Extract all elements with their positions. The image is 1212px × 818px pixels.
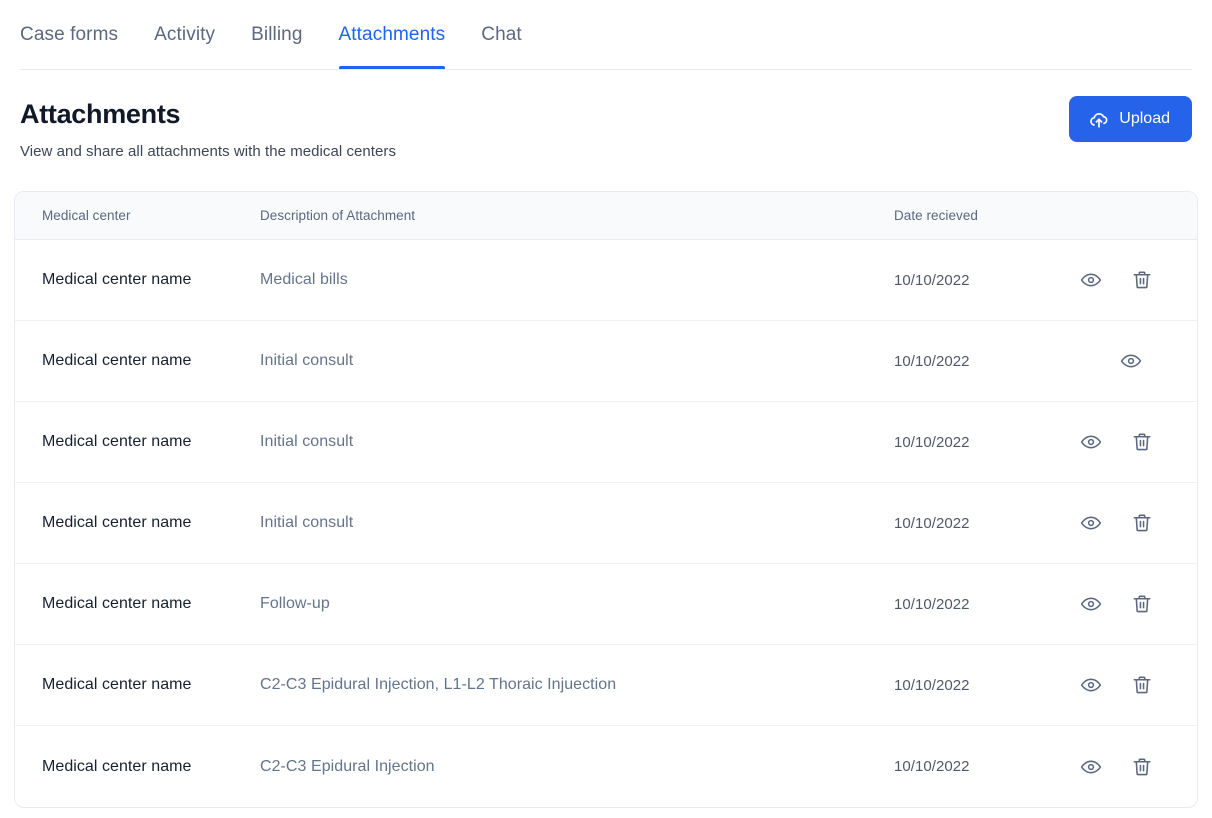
tab-attachments[interactable]: Attachments bbox=[321, 0, 464, 69]
tab-label: Activity bbox=[154, 23, 216, 45]
attachments-table: Medical center Description of Attachment… bbox=[14, 191, 1198, 809]
cell-date-recieved: 10/10/2022 bbox=[894, 271, 970, 289]
cell-date-recieved: 10/10/2022 bbox=[894, 595, 970, 613]
cell-description: Initial consult bbox=[260, 433, 354, 451]
trash-icon bbox=[1131, 431, 1153, 453]
cell-medical-center: Medical center name bbox=[42, 595, 192, 613]
cell-medical-center: Medical center name bbox=[42, 757, 192, 775]
cell-medical-center: Medical center name bbox=[42, 271, 192, 289]
cell-medical-center: Medical center name bbox=[42, 676, 192, 694]
tab-billing[interactable]: Billing bbox=[233, 0, 320, 69]
delete-button[interactable] bbox=[1130, 511, 1154, 535]
view-button[interactable] bbox=[1079, 511, 1103, 535]
cloud-upload-icon bbox=[1088, 108, 1110, 130]
tab-label: Attachments bbox=[338, 23, 446, 45]
cell-actions bbox=[1070, 430, 1197, 454]
trash-icon bbox=[1131, 269, 1153, 291]
delete-button[interactable] bbox=[1130, 755, 1154, 779]
trash-icon bbox=[1131, 674, 1153, 696]
delete-button[interactable] bbox=[1130, 268, 1154, 292]
table-header-row: Medical center Description of Attachment… bbox=[15, 192, 1197, 241]
cell-date-recieved: 10/10/2022 bbox=[894, 676, 970, 694]
view-button[interactable] bbox=[1079, 268, 1103, 292]
table-row: Medical center name Initial consult 10/10/… bbox=[15, 402, 1197, 484]
eye-icon bbox=[1080, 512, 1102, 534]
table-row: Medical center name Initial consult 10/10/… bbox=[15, 321, 1197, 403]
page-title: Attachments bbox=[20, 99, 181, 129]
cell-medical-center: Medical center name bbox=[42, 352, 192, 370]
cell-actions bbox=[1070, 673, 1197, 697]
cell-date-recieved: 10/10/2022 bbox=[894, 758, 970, 776]
cell-date-recieved: 10/10/2022 bbox=[894, 514, 970, 532]
cell-description: Initial consult bbox=[260, 514, 354, 532]
tab-label: Case forms bbox=[20, 23, 119, 45]
cell-description: C2-C3 Epidural Injection, L1-L2 Thoraic … bbox=[260, 676, 617, 694]
cell-date-recieved: 10/10/2022 bbox=[894, 352, 970, 370]
tab-bar: Case forms Activity Billing Attachments Chat bbox=[0, 0, 1212, 70]
delete-button[interactable] bbox=[1130, 430, 1154, 454]
eye-icon bbox=[1080, 431, 1102, 453]
cell-medical-center: Medical center name bbox=[42, 514, 192, 532]
eye-icon bbox=[1120, 350, 1142, 372]
table-row: Medical center name C2-C3 Epidural Inject… bbox=[15, 726, 1197, 807]
cell-actions bbox=[1070, 592, 1197, 616]
column-header-date: Date recieved bbox=[894, 208, 978, 224]
table-row: Medical center name Initial consult 10/10/… bbox=[15, 483, 1197, 565]
cell-actions bbox=[1070, 268, 1197, 292]
eye-icon bbox=[1080, 593, 1102, 615]
tab-case-forms[interactable]: Case forms bbox=[20, 0, 136, 69]
cell-actions bbox=[1070, 755, 1197, 779]
view-button[interactable] bbox=[1079, 673, 1103, 697]
trash-icon bbox=[1131, 756, 1153, 778]
eye-icon bbox=[1080, 756, 1102, 778]
table-body: Medical center name Medical bills 10/10/20… bbox=[15, 240, 1197, 807]
table-row: Medical center name C2-C3 Epidural Inject… bbox=[15, 645, 1197, 727]
tab-label: Billing bbox=[251, 23, 303, 45]
cell-date-recieved: 10/10/2022 bbox=[894, 433, 970, 451]
cell-description: Medical bills bbox=[260, 271, 348, 289]
upload-button-label: Upload bbox=[1119, 110, 1170, 127]
tab-activity[interactable]: Activity bbox=[136, 0, 233, 69]
page-header-text: Attachments View and share all attachmen… bbox=[20, 98, 396, 160]
tab-chat[interactable]: Chat bbox=[463, 0, 540, 69]
cell-actions bbox=[1070, 511, 1197, 535]
upload-button[interactable]: Upload bbox=[1069, 96, 1192, 142]
view-button[interactable] bbox=[1079, 592, 1103, 616]
cell-medical-center: Medical center name bbox=[42, 433, 192, 451]
view-button[interactable] bbox=[1079, 430, 1103, 454]
tab-label: Chat bbox=[481, 23, 522, 45]
page-header: Attachments View and share all attachmen… bbox=[0, 70, 1212, 160]
attachments-page: Case forms Activity Billing Attachments Chat… bbox=[0, 0, 1212, 818]
cell-description: Follow-up bbox=[260, 595, 330, 613]
table-row: Medical center name Medical bills 10/10/20… bbox=[15, 240, 1197, 322]
eye-icon bbox=[1080, 269, 1102, 291]
column-header-medical-center: Medical center bbox=[42, 208, 131, 224]
cell-actions bbox=[1070, 349, 1197, 373]
column-header-description: Description of Attachment bbox=[260, 208, 416, 224]
page-subtitle: View and share all attachments with the … bbox=[20, 143, 396, 161]
trash-icon bbox=[1131, 593, 1153, 615]
cell-description: C2-C3 Epidural Injection bbox=[260, 757, 435, 775]
eye-icon bbox=[1080, 674, 1102, 696]
view-button[interactable] bbox=[1119, 349, 1143, 373]
view-button[interactable] bbox=[1079, 755, 1103, 779]
cell-description: Initial consult bbox=[260, 352, 354, 370]
table-row: Medical center name Follow-up 10/10/2022 bbox=[15, 564, 1197, 646]
delete-button[interactable] bbox=[1130, 592, 1154, 616]
delete-button[interactable] bbox=[1130, 673, 1154, 697]
trash-icon bbox=[1131, 512, 1153, 534]
